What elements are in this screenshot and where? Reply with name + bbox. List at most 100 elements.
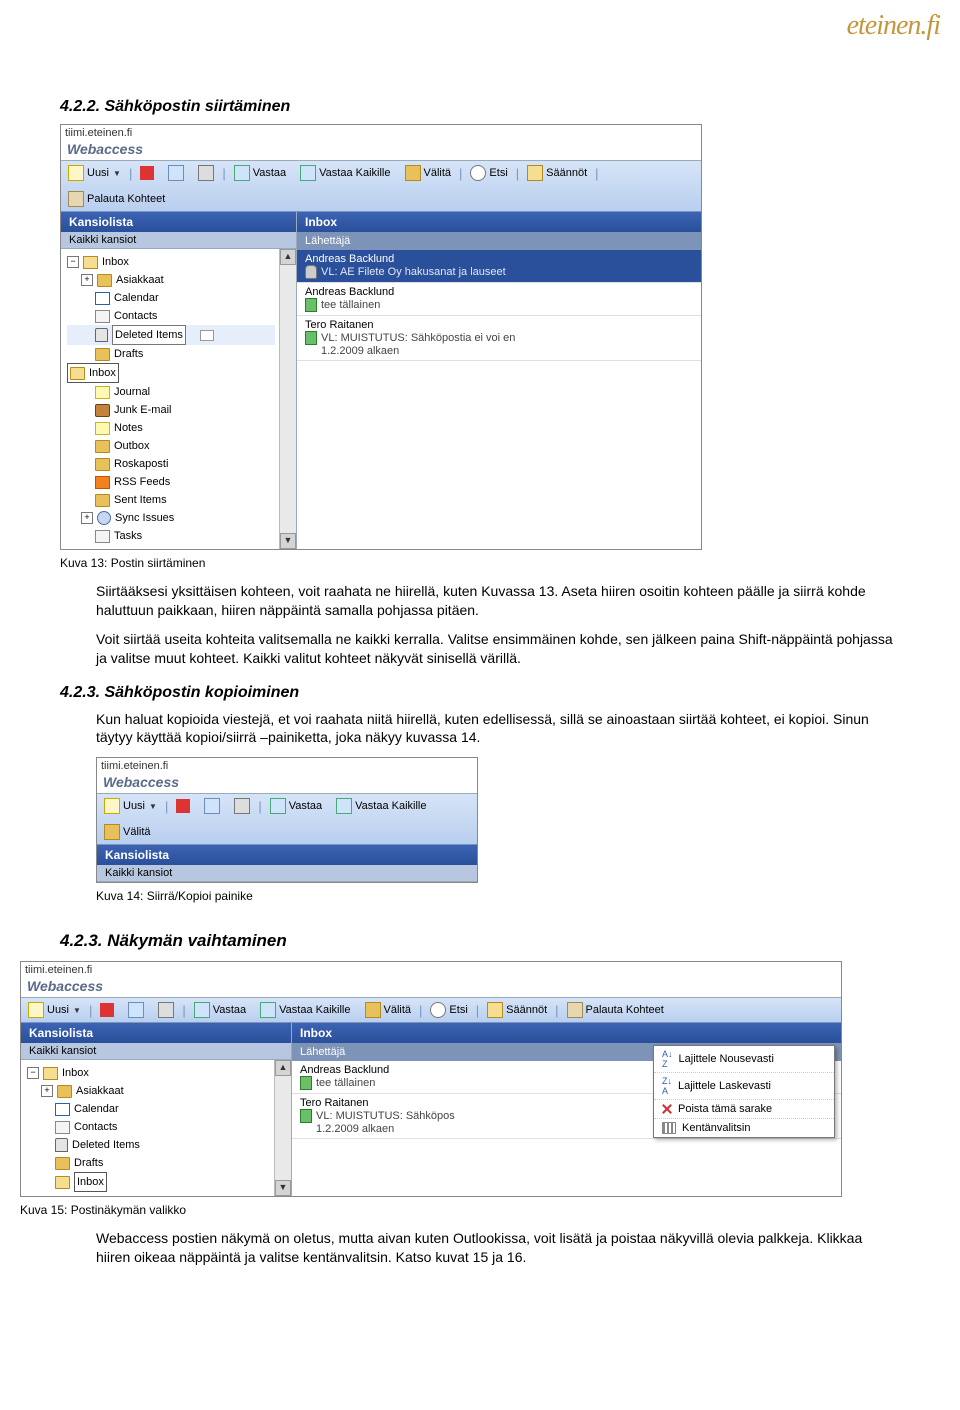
rules-button[interactable]: Säännöt <box>524 164 590 182</box>
folder-inbox[interactable]: −Inbox <box>67 253 275 271</box>
folder-inbox-2[interactable]: Inbox <box>27 1172 270 1192</box>
folder-junk[interactable]: Junk E-mail <box>67 401 275 419</box>
folder-calendar[interactable]: Calendar <box>27 1100 270 1118</box>
chevron-down-icon: ▼ <box>113 169 121 178</box>
context-menu: A↓ZLajittele Nousevasti Z↓ALajittele Las… <box>653 1045 835 1138</box>
document-page: 4.2.2. Sähköpostin siirtäminen tiimi.ete… <box>0 42 960 1317</box>
folder-asiakkaat[interactable]: +Asiakkaat <box>67 271 275 289</box>
paragraph: Voit siirtää useita kohteita valitsemall… <box>96 630 900 668</box>
column-header-sender[interactable]: Lähettäjä <box>297 232 701 250</box>
expand-icon[interactable]: + <box>81 512 93 524</box>
webaccess-label: Webaccess <box>21 978 841 997</box>
menu-field-chooser[interactable]: Kentänvalitsin <box>654 1119 834 1137</box>
folder-notes[interactable]: Notes <box>67 419 275 437</box>
print-button[interactable] <box>155 1001 177 1019</box>
restore-button[interactable]: Palauta Kohteet <box>564 1001 667 1019</box>
screenshot-kuva14: tiimi.eteinen.fi Webaccess Uusi▼ | | Vas… <box>96 757 478 883</box>
delete-button[interactable] <box>173 798 193 814</box>
toolbar: Uusi▼ | | Vastaa Vastaa Kaikille Välitä … <box>21 997 841 1023</box>
folder-inbox-2[interactable]: Inbox <box>67 363 119 383</box>
folder-drafts[interactable]: Drafts <box>67 345 275 363</box>
new-button[interactable]: Uusi▼ <box>25 1001 84 1019</box>
reply-button[interactable]: Vastaa <box>191 1001 249 1019</box>
caption-kuva14: Kuva 14: Siirrä/Kopioi painike <box>96 889 900 903</box>
collapse-icon[interactable]: − <box>67 256 79 268</box>
webaccess-label: Webaccess <box>97 774 477 793</box>
expand-icon[interactable]: + <box>81 274 93 286</box>
collapse-icon[interactable]: − <box>27 1067 39 1079</box>
reply-all-button[interactable]: Vastaa Kaikille <box>257 1001 353 1019</box>
scroll-down-button[interactable]: ▼ <box>280 533 296 549</box>
envelope-icon <box>200 330 214 341</box>
message-row[interactable]: Andreas Backlund tee tällainen <box>297 283 701 316</box>
paragraph: Kun haluat kopioida viestejä, et voi raa… <box>96 710 900 748</box>
copy-move-button[interactable] <box>165 164 187 182</box>
inbox-header: Inbox <box>292 1023 841 1043</box>
reply-button[interactable]: Vastaa <box>231 164 289 182</box>
reply-all-button[interactable]: Vastaa Kaikille <box>297 164 393 182</box>
folder-calendar[interactable]: Calendar <box>67 289 275 307</box>
folder-roskaposti[interactable]: Roskaposti <box>67 455 275 473</box>
folder-sync[interactable]: +Sync Issues <box>67 509 275 527</box>
heading-4-2-3: 4.2.3. Sähköpostin kopioiminen <box>60 684 900 702</box>
folderlist-header: Kansiolista <box>97 845 477 865</box>
scroll-up-button[interactable]: ▲ <box>275 1060 291 1076</box>
folder-tree: −Inbox +Asiakkaat Calendar Contacts Dele… <box>21 1060 274 1196</box>
copy-move-button[interactable] <box>125 1001 147 1019</box>
address-bar: tiimi.eteinen.fi <box>61 125 701 141</box>
new-button[interactable]: Uusi▼ <box>65 164 124 182</box>
forward-button[interactable]: Välitä <box>362 1001 415 1019</box>
delete-button[interactable] <box>137 165 157 181</box>
paragraph: Siirtääksesi yksittäisen kohteen, voit r… <box>96 582 900 620</box>
folder-deleted[interactable]: Deleted Items <box>27 1136 270 1154</box>
scrollbar[interactable]: ▲ ▼ <box>279 249 296 549</box>
scroll-up-button[interactable]: ▲ <box>280 249 296 265</box>
folder-sent[interactable]: Sent Items <box>67 491 275 509</box>
print-button[interactable] <box>231 797 253 815</box>
new-button[interactable]: Uusi▼ <box>101 797 160 815</box>
folder-tree: −Inbox +Asiakkaat Calendar Contacts Dele… <box>61 249 279 549</box>
forward-button[interactable]: Välitä <box>101 823 154 841</box>
all-folders-label[interactable]: Kaikki kansiot <box>61 232 296 249</box>
address-bar: tiimi.eteinen.fi <box>21 962 841 978</box>
menu-sort-desc[interactable]: Z↓ALajittele Laskevasti <box>654 1073 834 1100</box>
flag-icon <box>305 298 317 312</box>
reply-all-button[interactable]: Vastaa Kaikille <box>333 797 429 815</box>
folder-deleted[interactable]: Deleted Items <box>67 325 275 345</box>
all-folders-label[interactable]: Kaikki kansiot <box>97 865 477 882</box>
menu-remove-column[interactable]: Poista tämä sarake <box>654 1100 834 1119</box>
expand-icon[interactable]: + <box>41 1085 53 1097</box>
heading-4-2-3b: 4.2.3. Näkymän vaihtaminen <box>60 931 900 951</box>
folderlist-header: Kansiolista <box>61 212 296 232</box>
folder-rss[interactable]: RSS Feeds <box>67 473 275 491</box>
scroll-down-button[interactable]: ▼ <box>275 1180 291 1196</box>
reply-button[interactable]: Vastaa <box>267 797 325 815</box>
caption-kuva15: Kuva 15: Postinäkymän valikko <box>20 1203 900 1217</box>
folder-tasks[interactable]: Tasks <box>67 527 275 545</box>
menu-sort-asc[interactable]: A↓ZLajittele Nousevasti <box>654 1046 834 1073</box>
message-row-selected[interactable]: Andreas Backlund VL: AE Filete Oy hakusa… <box>297 250 701 283</box>
folder-outbox[interactable]: Outbox <box>67 437 275 455</box>
folder-contacts[interactable]: Contacts <box>27 1118 270 1136</box>
folder-contacts[interactable]: Contacts <box>67 307 275 325</box>
find-button[interactable]: Etsi <box>427 1001 470 1019</box>
print-button[interactable] <box>195 164 217 182</box>
forward-button[interactable]: Välitä <box>402 164 455 182</box>
folder-journal[interactable]: Journal <box>67 383 275 401</box>
restore-button[interactable]: Palauta Kohteet <box>65 190 168 208</box>
scrollbar[interactable]: ▲ ▼ <box>274 1060 291 1196</box>
heading-4-2-2: 4.2.2. Sähköpostin siirtäminen <box>60 98 900 116</box>
rules-button[interactable]: Säännöt <box>484 1001 550 1019</box>
find-button[interactable]: Etsi <box>467 164 510 182</box>
chevron-down-icon: ▼ <box>73 1006 81 1015</box>
toolbar: Uusi▼ | | Vastaa Vastaa Kaikille Välitä … <box>61 160 701 212</box>
remove-icon <box>662 1104 672 1114</box>
screenshot-kuva13: tiimi.eteinen.fi Webaccess Uusi▼ | | Vas… <box>60 124 702 550</box>
message-row[interactable]: Tero Raitanen VL: MUISTUTUS: Sähköpostia… <box>297 316 701 361</box>
folder-drafts[interactable]: Drafts <box>27 1154 270 1172</box>
folder-asiakkaat[interactable]: +Asiakkaat <box>27 1082 270 1100</box>
all-folders-label[interactable]: Kaikki kansiot <box>21 1043 291 1060</box>
copy-move-button[interactable] <box>201 797 223 815</box>
delete-button[interactable] <box>97 1002 117 1018</box>
folder-inbox[interactable]: −Inbox <box>27 1064 270 1082</box>
